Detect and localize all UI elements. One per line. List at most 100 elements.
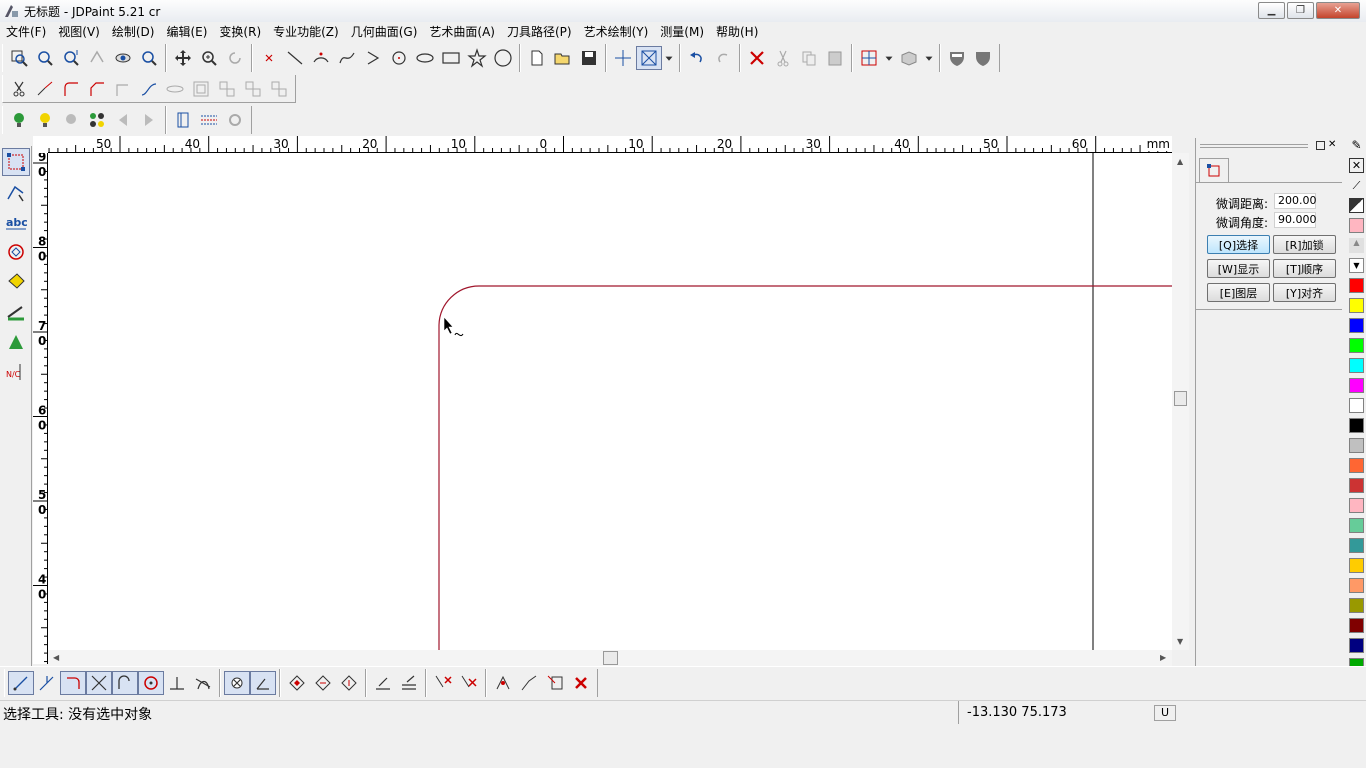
snap-angle-icon[interactable]: [250, 671, 276, 695]
color-swatch[interactable]: [1349, 458, 1364, 473]
offset-icon[interactable]: [188, 77, 214, 101]
grid-icon[interactable]: [196, 108, 222, 132]
color-swatch[interactable]: [1349, 438, 1364, 453]
text-tool-icon[interactable]: abc: [2, 208, 30, 236]
zoom-all-icon[interactable]: [136, 46, 162, 70]
rotate-icon[interactable]: [310, 671, 336, 695]
restore-button[interactable]: ❐: [1287, 2, 1314, 19]
color-swatch[interactable]: [1349, 638, 1364, 653]
snap-toggle-icon[interactable]: [224, 671, 250, 695]
menu-draw[interactable]: 绘制(D): [106, 22, 161, 42]
paint-tool-icon[interactable]: [2, 298, 30, 326]
color-swatch[interactable]: [1349, 418, 1364, 433]
select-button[interactable]: [Q]选择: [1207, 235, 1270, 254]
view-eye-icon[interactable]: [110, 46, 136, 70]
menu-art-surface[interactable]: 艺术曲面(A): [423, 22, 501, 42]
delete-icon[interactable]: [744, 46, 770, 70]
menu-help[interactable]: 帮助(H): [710, 22, 764, 42]
color-swatch[interactable]: [1349, 398, 1364, 413]
order-button[interactable]: [T]顺序: [1273, 259, 1336, 278]
panel-tab-select[interactable]: [1199, 158, 1229, 182]
color-swatch[interactable]: [1349, 358, 1364, 373]
snap-intersection-icon[interactable]: [86, 671, 112, 695]
color-swatch[interactable]: [1349, 518, 1364, 533]
menu-transform[interactable]: 变换(R): [213, 22, 267, 42]
snap-dropdown-icon[interactable]: [662, 46, 676, 70]
scroll-thumb[interactable]: [1174, 391, 1187, 406]
transition-icon[interactable]: [136, 77, 162, 101]
view-dropdown-icon[interactable]: [882, 46, 896, 70]
palette-dropdown-icon[interactable]: ▼: [1349, 258, 1364, 273]
star-icon[interactable]: [464, 46, 490, 70]
no-color-icon[interactable]: ✕: [1349, 158, 1364, 173]
gradient-icon[interactable]: [1349, 198, 1364, 213]
color-swatch[interactable]: [1349, 338, 1364, 353]
drawing-canvas[interactable]: [48, 153, 1172, 650]
layer-button[interactable]: [E]图层: [1207, 283, 1270, 302]
snap-center-icon[interactable]: [138, 671, 164, 695]
scroll-down-arrow[interactable]: ▼: [1177, 637, 1183, 646]
node-list-icon[interactable]: [542, 671, 568, 695]
copy-icon[interactable]: [796, 46, 822, 70]
node-add-icon[interactable]: [490, 671, 516, 695]
snap-corner-icon[interactable]: [60, 671, 86, 695]
cut-icon[interactable]: [770, 46, 796, 70]
vertical-scrollbar[interactable]: ▲ ▼: [1172, 153, 1189, 650]
light-setting-icon[interactable]: [58, 108, 84, 132]
ungroup-icon[interactable]: [240, 77, 266, 101]
3d-dropdown-icon[interactable]: [922, 46, 936, 70]
line-icon[interactable]: [282, 46, 308, 70]
combine-icon[interactable]: [266, 77, 292, 101]
save-file-icon[interactable]: [576, 46, 602, 70]
snap-endpoint-icon[interactable]: [8, 671, 34, 695]
color-swatch[interactable]: [1349, 278, 1364, 293]
light-green-icon[interactable]: [6, 108, 32, 132]
menu-art-draw[interactable]: 艺术绘制(Y): [578, 22, 655, 42]
point-icon[interactable]: [256, 46, 282, 70]
pen-icon[interactable]: ✎: [1349, 138, 1364, 153]
blend-icon[interactable]: [162, 77, 188, 101]
align-button[interactable]: [Y]对齐: [1273, 283, 1336, 302]
material-icon[interactable]: [84, 108, 110, 132]
crosshair-icon[interactable]: [610, 46, 636, 70]
new-file-icon[interactable]: [524, 46, 550, 70]
trim-icon[interactable]: [6, 77, 32, 101]
minimize-button[interactable]: ▁: [1258, 2, 1285, 19]
mirror-icon[interactable]: [284, 671, 310, 695]
panel-close-icon[interactable]: ✕: [1328, 139, 1336, 150]
color-swatch[interactable]: [1349, 618, 1364, 633]
remove-icon[interactable]: [568, 671, 594, 695]
rectangle-icon[interactable]: [438, 46, 464, 70]
relief-tool-icon[interactable]: [2, 328, 30, 356]
prev-icon[interactable]: [110, 108, 136, 132]
menu-edit[interactable]: 编辑(E): [160, 22, 213, 42]
show-button[interactable]: [W]显示: [1207, 259, 1270, 278]
page-icon[interactable]: [170, 108, 196, 132]
nc-tool-icon[interactable]: N/C: [2, 358, 30, 386]
node-edit-icon[interactable]: [2, 178, 30, 206]
delete-node-icon[interactable]: [430, 671, 456, 695]
redo-icon[interactable]: [710, 46, 736, 70]
scroll-up-arrow[interactable]: ▲: [1177, 157, 1183, 166]
3d-view-icon[interactable]: [896, 46, 922, 70]
fill-tool-icon[interactable]: [2, 268, 30, 296]
menu-professional[interactable]: 专业功能(Z): [267, 22, 345, 42]
eyedropper-icon[interactable]: ⟋: [1349, 178, 1364, 193]
fine-distance-input[interactable]: 200.00: [1274, 193, 1317, 209]
view-orientation-icon[interactable]: [856, 46, 882, 70]
snap-arc-icon[interactable]: [112, 671, 138, 695]
transform-tool-icon[interactable]: [2, 238, 30, 266]
select-tool-icon[interactable]: [2, 148, 30, 176]
zoom-realtime-icon[interactable]: [196, 46, 222, 70]
spline-icon[interactable]: [334, 46, 360, 70]
node-split-icon[interactable]: [516, 671, 542, 695]
color-swatch[interactable]: [1349, 578, 1364, 593]
polyline-icon[interactable]: [360, 46, 386, 70]
snap-tangent-icon[interactable]: [190, 671, 216, 695]
ellipse-icon[interactable]: [412, 46, 438, 70]
palette-scroll-up-icon[interactable]: ▲: [1349, 238, 1364, 253]
shade-on-icon[interactable]: [944, 46, 970, 70]
group-icon[interactable]: [214, 77, 240, 101]
zoom-out-icon[interactable]: [32, 46, 58, 70]
snap-mode-icon[interactable]: [636, 46, 662, 70]
